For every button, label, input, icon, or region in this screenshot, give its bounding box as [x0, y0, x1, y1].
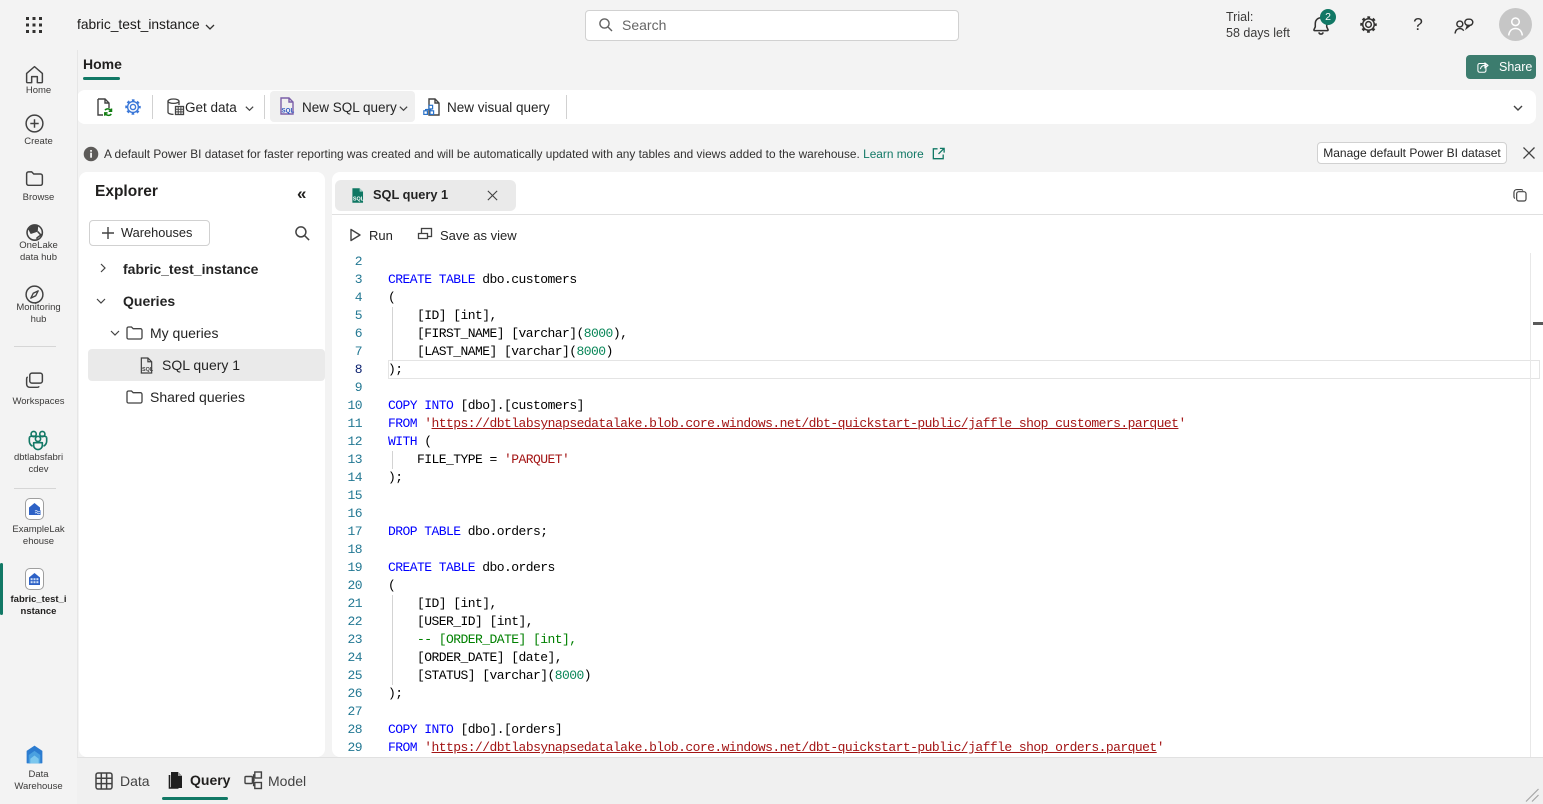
svg-text:SQL: SQL: [353, 197, 365, 203]
svg-text:SQL: SQL: [142, 367, 154, 373]
svg-text:SQL: SQL: [282, 108, 295, 115]
